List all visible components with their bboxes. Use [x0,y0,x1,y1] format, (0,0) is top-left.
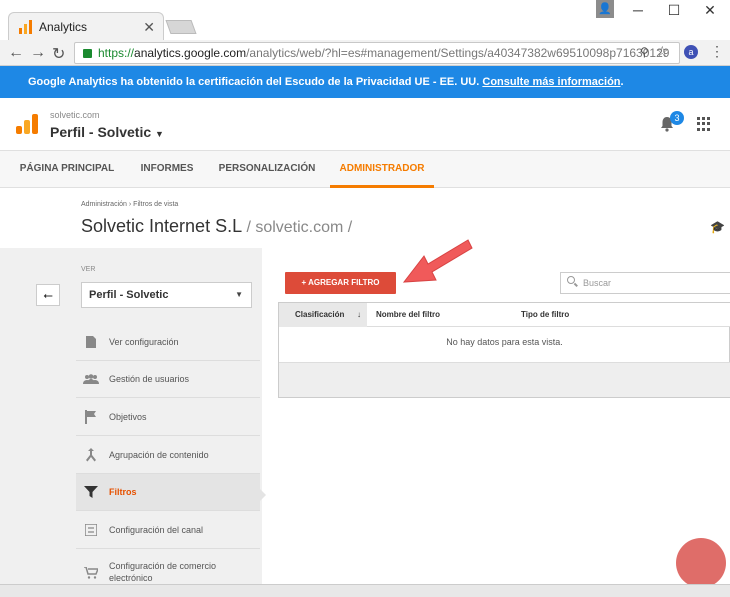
user-profile-icon[interactable]: 👤 [596,0,614,18]
sidebar-item-view-settings[interactable]: Ver configuración [76,324,260,361]
breadcrumb-current: Filtros de vista [133,201,179,208]
banner-link[interactable]: Consulte más información [482,76,620,88]
sidebar-item-user-management[interactable]: Gestión de usuarios [76,361,260,398]
breadcrumb-separator: › [128,201,132,208]
page-title-text: Solvetic Internet S.L [81,216,242,236]
forward-icon[interactable]: → [30,44,46,62]
caret-down-icon: ▼ [235,290,243,299]
reload-icon[interactable]: ↻ [52,44,65,64]
search-input[interactable]: Buscar [560,272,730,294]
key-icon[interactable]: ⚲ [640,45,649,59]
sidebar-item-label: Configuración del canal [109,525,204,535]
column-filter-type[interactable]: Tipo de filtro [521,303,569,327]
horizontal-scrollbar[interactable] [0,584,730,597]
cart-icon [83,566,99,580]
channel-icon [83,523,99,537]
merge-icon [83,448,99,462]
view-select[interactable]: Perfil - Solvetic ▼ [81,282,252,308]
tab-customization[interactable]: PERSONALIZACIÓN [212,150,322,188]
maximize-icon[interactable]: ☐ [664,2,684,19]
privacy-banner: Google Analytics ha obtenido la certific… [0,66,730,98]
extension-icon[interactable]: a [684,45,698,59]
banner-text: Google Analytics ha obtenido la certific… [28,76,480,88]
url-host: analytics.google.com [134,46,247,60]
flag-icon [83,410,99,424]
back-icon[interactable]: ← [8,44,24,62]
back-arrow-button[interactable]: ⭠ [36,284,60,306]
window-close-icon[interactable]: ✕ [700,2,720,19]
sort-down-icon: ↓ [357,310,361,319]
minimize-icon[interactable]: ─ [628,2,648,18]
menu-dots-icon[interactable]: ⋮ [710,43,724,60]
analytics-favicon-icon [19,20,33,34]
sidebar-item-label: Objetivos [109,412,147,422]
tab-title: Analytics [39,20,88,34]
breadcrumb: Administración › Filtros de vista [81,201,178,208]
apps-grid-icon[interactable] [697,117,711,131]
search-icon [567,276,575,284]
view-selected: Perfil - Solvetic [89,289,169,301]
address-bar[interactable]: https:// analytics.google.com /analytics… [74,42,680,64]
sidebar-item-label: Filtros [109,487,137,497]
property-selector[interactable]: Perfil - Solvetic ▼ [50,124,164,140]
main-content [262,248,730,597]
red-arrow-annotation [398,236,474,299]
sidebar-item-label: Gestión de usuarios [109,374,190,384]
watermark-logo [676,538,726,588]
filter-icon [83,485,99,499]
sidebar-item-label: Agrupación de contenido [109,450,209,460]
sidebar-item-content-grouping[interactable]: Agrupación de contenido [76,437,260,474]
notification-badge: 3 [670,111,684,125]
lock-icon [83,48,92,58]
browser-tab[interactable]: Analytics ✕ [8,12,164,41]
breadcrumb-admin[interactable]: Administración [81,201,127,208]
column-rank-label: Clasificación [295,310,345,319]
document-icon [83,335,99,349]
url-path: /analytics/web/?hl=es#management/Setting… [246,46,670,60]
page-title: Solvetic Internet S.L / solvetic.com / [81,216,352,237]
tab-admin[interactable]: ADMINISTRADOR [330,150,434,188]
users-icon [83,372,99,386]
sidebar-item-label: Configuración de comercio electrónico [109,561,217,583]
empty-message: No hay datos para esta vista. [446,337,563,347]
tab-reports[interactable]: INFORMES [132,150,202,188]
url-scheme: https:// [98,46,135,60]
column-rank[interactable]: Clasificación ↓ [279,303,367,327]
sidebar-item-filters[interactable]: Filtros [76,474,260,511]
sidebar-item-channel-settings[interactable]: Configuración del canal [76,512,260,549]
view-label: VER [81,266,96,273]
sidebar-item-label: Ver configuración [109,337,179,347]
account-domain: solvetic.com [50,110,100,120]
active-pointer [259,488,266,502]
search-placeholder: Buscar [583,278,612,288]
table-footer [279,362,730,397]
new-tab-button[interactable] [165,20,197,34]
page-subtitle: / solvetic.com / [246,219,353,236]
analytics-logo-icon [16,114,38,139]
tab-home[interactable]: PÁGINA PRINCIPAL [10,150,124,188]
banner-end: . [620,76,624,88]
add-filter-button[interactable]: + AGREGAR FILTRO [285,272,396,294]
bookmark-star-icon[interactable]: ☆ [656,43,669,60]
property-name: Perfil - Solvetic [50,124,152,140]
graduation-cap-icon[interactable]: 🎓 [710,220,725,234]
tab-close-icon[interactable]: ✕ [143,19,155,36]
chevron-down-icon: ▼ [155,129,164,139]
column-filter-name[interactable]: Nombre del filtro [376,303,440,327]
sidebar-item-goals[interactable]: Objetivos [76,399,260,436]
